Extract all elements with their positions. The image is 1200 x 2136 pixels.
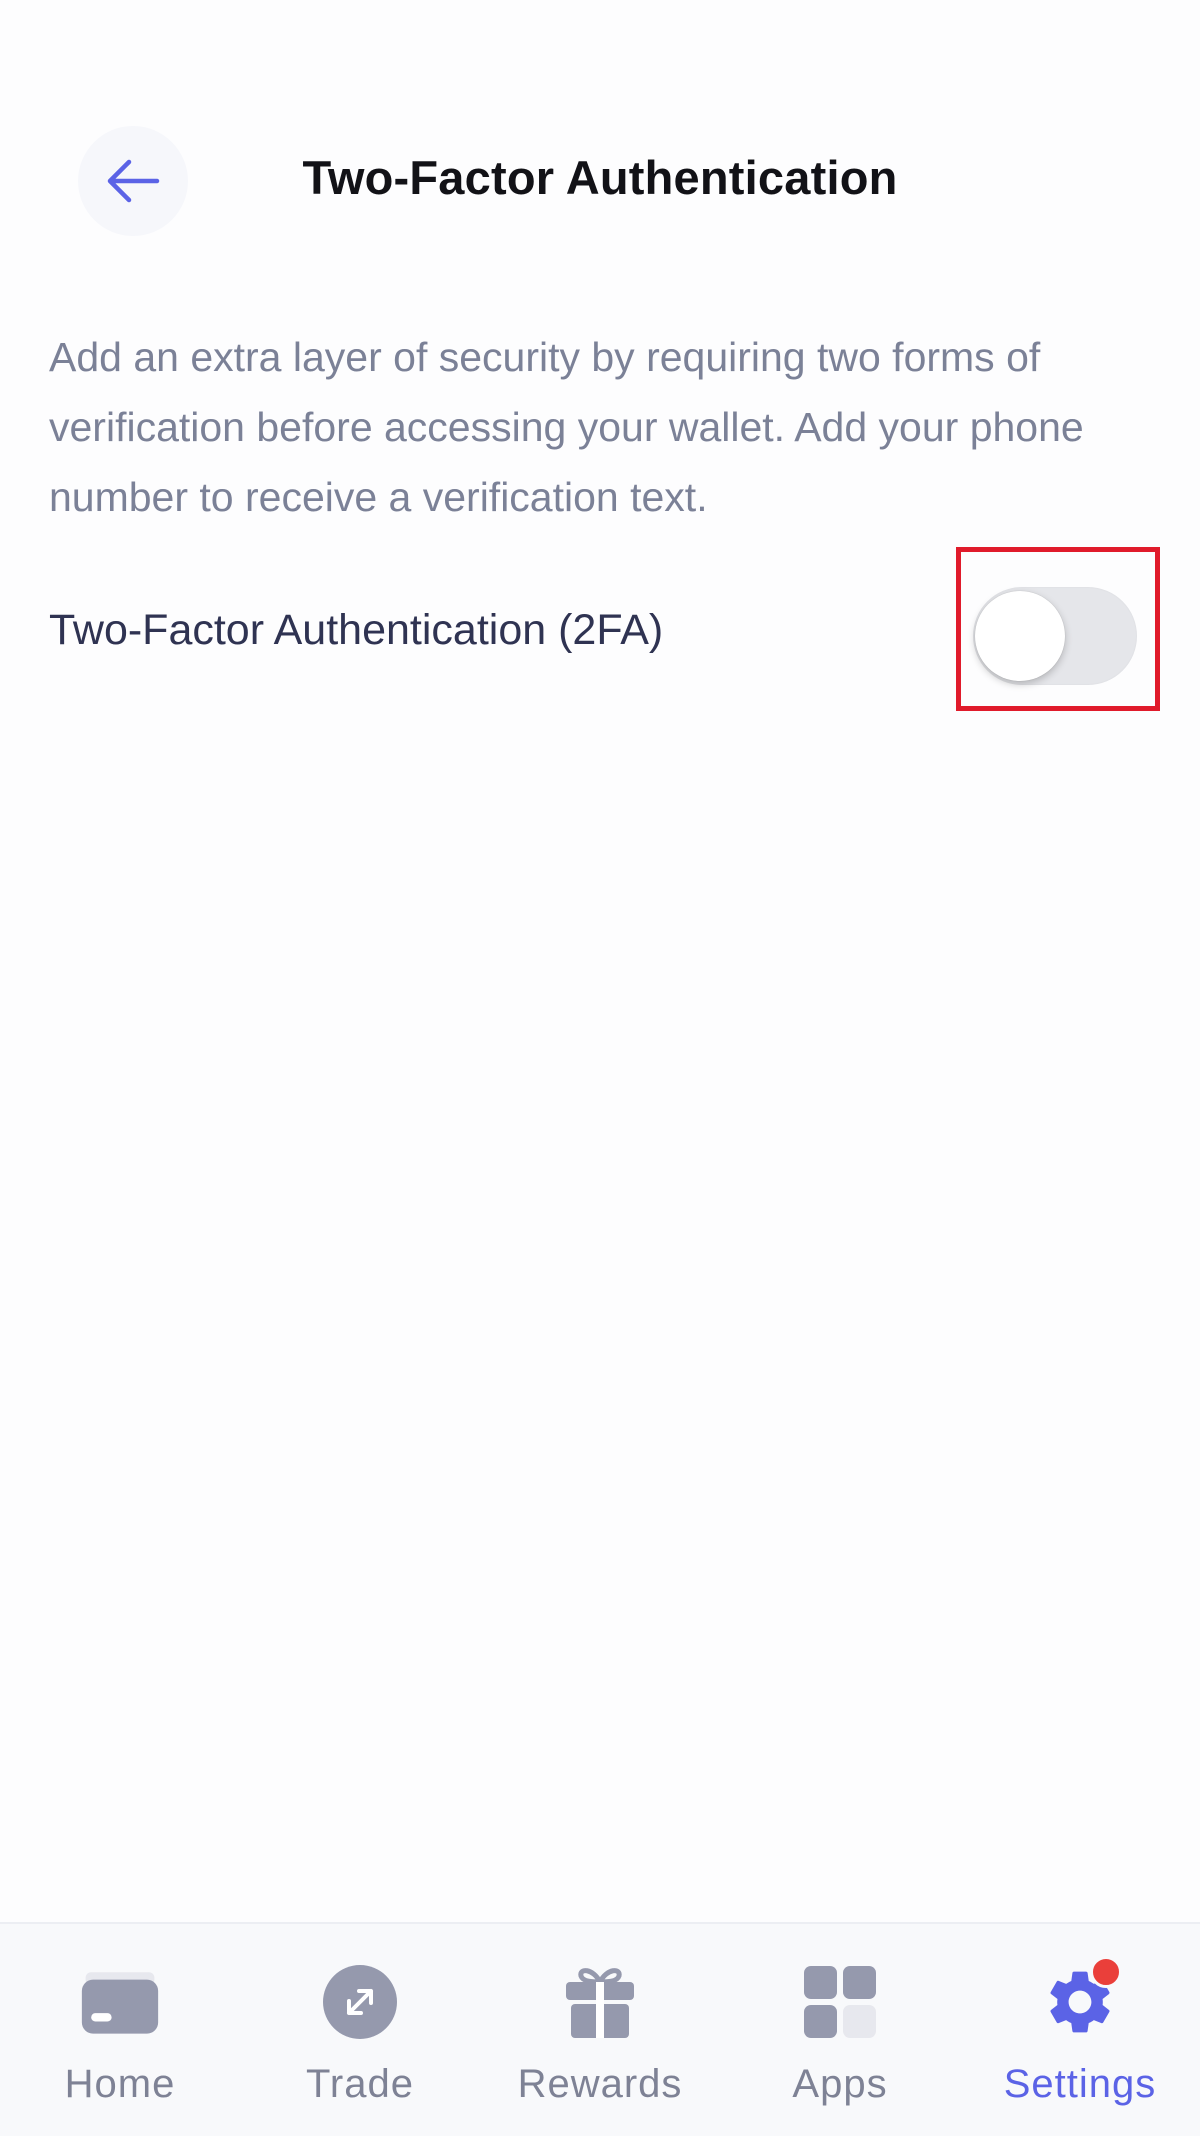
nav-label-home: Home	[64, 2062, 176, 2106]
nav-label-settings: Settings	[1003, 2062, 1157, 2106]
nav-item-apps[interactable]: Apps	[720, 1924, 960, 2136]
notification-badge	[1090, 1956, 1122, 1988]
bottom-nav: Home Trade Rewards Apps Settings	[0, 1922, 1200, 2136]
nav-item-settings[interactable]: Settings	[960, 1924, 1200, 2136]
gift-icon	[560, 1962, 640, 2042]
page-title: Two-Factor Authentication	[302, 151, 898, 204]
apps-grid-icon	[800, 1962, 880, 2042]
wallet-card-icon	[80, 1962, 160, 2042]
trade-arrows-icon	[320, 1962, 400, 2042]
nav-item-home[interactable]: Home	[0, 1924, 240, 2136]
two-factor-toggle[interactable]	[973, 587, 1137, 685]
nav-label-trade: Trade	[305, 2062, 414, 2106]
nav-item-rewards[interactable]: Rewards	[480, 1924, 720, 2136]
nav-label-apps: Apps	[792, 2062, 888, 2106]
description-text: Add an extra layer of security by requir…	[49, 334, 1084, 520]
nav-item-trade[interactable]: Trade	[240, 1924, 480, 2136]
toggle-knob	[975, 591, 1065, 681]
nav-label-rewards: Rewards	[517, 2062, 683, 2106]
two-factor-label: Two-Factor Authentication (2FA)	[49, 606, 664, 654]
gear-icon	[1040, 1956, 1122, 2042]
